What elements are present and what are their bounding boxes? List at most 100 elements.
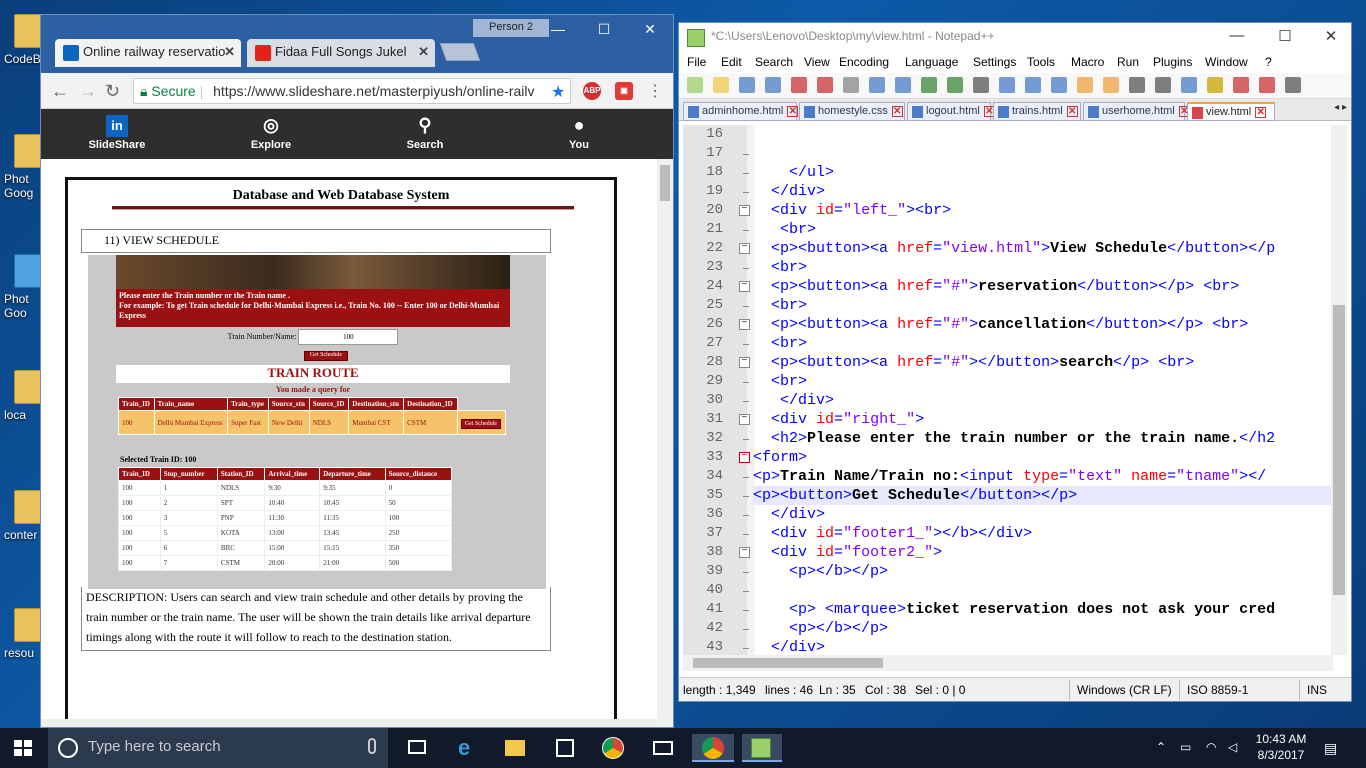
fold-toggle-icon[interactable]: − bbox=[739, 243, 750, 254]
desktop-icon-content[interactable]: conter bbox=[0, 484, 44, 584]
desktop-icon-photos[interactable]: Phot Goo bbox=[0, 248, 44, 348]
fold-toggle-icon[interactable]: − bbox=[739, 414, 750, 425]
npp-tab[interactable]: view.html ✕ bbox=[1187, 102, 1275, 121]
code-line[interactable]: <p></b></p> bbox=[753, 562, 888, 581]
code-line[interactable]: </div> bbox=[753, 182, 825, 201]
battery-icon[interactable]: ▭ bbox=[1180, 740, 1191, 754]
toolbar-button-icon[interactable] bbox=[1025, 77, 1041, 93]
menu-item-search[interactable]: Search bbox=[755, 55, 793, 69]
desktop-icon-photos-google[interactable]: Phot Goog bbox=[0, 128, 44, 228]
toolbar-button-icon[interactable] bbox=[973, 77, 989, 93]
menu-item-[interactable]: ? bbox=[1265, 55, 1272, 69]
toolbar-button-icon[interactable] bbox=[1129, 77, 1145, 93]
code-line[interactable]: <p>Train Name/Train no:<input type="text… bbox=[753, 467, 1266, 486]
chevron-up-icon[interactable]: ⌃ bbox=[1156, 740, 1166, 754]
clock[interactable]: 10:43 AM 8/3/2017 bbox=[1246, 731, 1316, 763]
code-line[interactable]: <br> bbox=[753, 258, 807, 277]
toolbar-button-icon[interactable] bbox=[843, 77, 859, 93]
menu-item-file[interactable]: File bbox=[687, 55, 706, 69]
scroll-thumb[interactable] bbox=[660, 165, 670, 201]
file-explorer-icon[interactable] bbox=[500, 734, 530, 762]
vertical-scrollbar[interactable] bbox=[657, 159, 673, 727]
npp-tab[interactable]: logout.html ✕ bbox=[907, 102, 995, 121]
desktop-icon-local[interactable]: loca bbox=[0, 364, 44, 464]
tab-scroll-arrows[interactable]: ◂ ▸ bbox=[1334, 102, 1347, 113]
toolbar-button-icon[interactable] bbox=[1259, 77, 1275, 93]
code-line[interactable]: </ul> bbox=[753, 163, 834, 182]
code-line[interactable]: <br> bbox=[753, 372, 807, 391]
close-tab-icon[interactable]: ✕ bbox=[787, 106, 799, 117]
forward-icon[interactable]: → bbox=[79, 81, 97, 102]
windows-start-icon[interactable] bbox=[14, 740, 32, 756]
menu-item-plugins[interactable]: Plugins bbox=[1153, 55, 1192, 69]
menu-item-window[interactable]: Window bbox=[1205, 55, 1248, 69]
close-tab-icon[interactable]: ✕ bbox=[1066, 106, 1078, 117]
close-tab-icon[interactable]: ✕ bbox=[224, 44, 235, 60]
editor-horizontal-scrollbar[interactable] bbox=[683, 655, 1333, 671]
desktop-icon-codeb[interactable]: CodeB bbox=[0, 8, 44, 108]
menu-item-language[interactable]: Language bbox=[905, 55, 958, 69]
volume-icon[interactable]: ◁ bbox=[1228, 740, 1237, 754]
code-line[interactable]: <br> bbox=[753, 220, 816, 239]
close-button[interactable]: ✕ bbox=[627, 17, 673, 43]
code-line[interactable]: </div> bbox=[753, 505, 825, 524]
code-line[interactable]: <form> bbox=[753, 448, 807, 467]
toolbar-button-icon[interactable] bbox=[817, 77, 833, 93]
notifications-icon[interactable]: ▤ bbox=[1324, 740, 1337, 757]
maximize-button[interactable]: ☐ bbox=[581, 17, 627, 43]
adblock-icon[interactable]: ABP bbox=[583, 82, 601, 100]
toolbar-button-icon[interactable] bbox=[895, 77, 911, 93]
toolbar-button-icon[interactable] bbox=[687, 77, 703, 93]
close-tab-icon[interactable]: ✕ bbox=[891, 106, 903, 117]
menu-item-edit[interactable]: Edit bbox=[721, 55, 742, 69]
current-code-line[interactable]: <p><button>Get Schedule</button></p> bbox=[753, 486, 1333, 505]
toolbar-button-icon[interactable] bbox=[1051, 77, 1067, 93]
code-line[interactable]: <div id="right_"> bbox=[753, 410, 924, 429]
code-line[interactable]: <p><button><a href="#"></button>search</… bbox=[753, 353, 1194, 372]
minimize-button[interactable]: — bbox=[1217, 27, 1257, 49]
toolbar-button-icon[interactable] bbox=[1103, 77, 1119, 93]
toolbar-button-icon[interactable] bbox=[739, 77, 755, 93]
npp-tab[interactable]: trains.html ✕ bbox=[993, 102, 1081, 121]
close-tab-icon[interactable]: ✕ bbox=[1255, 107, 1267, 118]
menu-item-run[interactable]: Run bbox=[1117, 55, 1139, 69]
notepadpp-taskbar-icon[interactable] bbox=[742, 734, 782, 762]
mail-icon[interactable] bbox=[648, 734, 678, 762]
code-line[interactable]: </div> bbox=[753, 638, 825, 655]
fold-toggle-icon[interactable]: − bbox=[739, 319, 750, 330]
scroll-thumb[interactable] bbox=[1333, 305, 1345, 595]
toolbar-button-icon[interactable] bbox=[1285, 77, 1301, 93]
reload-icon[interactable]: ↻ bbox=[105, 81, 120, 102]
code-line[interactable]: <h2>Please enter the train number or the… bbox=[753, 429, 1275, 448]
toolbar-button-icon[interactable] bbox=[1077, 77, 1093, 93]
toolbar-button-icon[interactable] bbox=[869, 77, 885, 93]
scroll-thumb[interactable] bbox=[693, 658, 883, 668]
fold-toggle-icon[interactable]: − bbox=[739, 547, 750, 558]
toolbar-button-icon[interactable] bbox=[947, 77, 963, 93]
close-tab-icon[interactable]: ✕ bbox=[418, 44, 429, 60]
toolbar-button-icon[interactable] bbox=[921, 77, 937, 93]
toolbar-button-icon[interactable] bbox=[999, 77, 1015, 93]
menu-item-tools[interactable]: Tools bbox=[1027, 55, 1055, 69]
wifi-icon[interactable]: ◠ bbox=[1206, 740, 1216, 754]
fold-toggle-icon[interactable]: − bbox=[739, 205, 750, 216]
maximize-button[interactable]: ☐ bbox=[1265, 27, 1305, 49]
menu-item-view[interactable]: View bbox=[804, 55, 830, 69]
code-line[interactable]: <br> bbox=[753, 334, 807, 353]
document-viewer[interactable]: Database and Web Database System 11) VIE… bbox=[41, 159, 659, 727]
bookmark-star-icon[interactable]: ★ bbox=[551, 82, 565, 102]
menu-item-settings[interactable]: Settings bbox=[973, 55, 1016, 69]
code-line[interactable]: <div id="left_"><br> bbox=[753, 201, 951, 220]
back-icon[interactable]: ← bbox=[51, 81, 69, 102]
code-editor[interactable]: 16 17 18 </ul> 19 </div> 20 − <div id="left_"… bbox=[683, 125, 1333, 655]
toolbar-button-icon[interactable] bbox=[1233, 77, 1249, 93]
code-line[interactable]: <div id="footer2_"> bbox=[753, 543, 942, 562]
toolbar-button-icon[interactable] bbox=[713, 77, 729, 93]
store-icon[interactable] bbox=[550, 734, 580, 762]
chrome-profile-taskbar-icon[interactable] bbox=[692, 734, 734, 762]
menu-icon[interactable]: ⋮ bbox=[647, 81, 663, 101]
menu-item-macro[interactable]: Macro bbox=[1071, 55, 1104, 69]
npp-tab[interactable]: homestyle.css ✕ bbox=[799, 102, 905, 121]
new-tab-button[interactable] bbox=[439, 43, 481, 61]
fold-toggle-icon[interactable]: − bbox=[739, 452, 750, 463]
